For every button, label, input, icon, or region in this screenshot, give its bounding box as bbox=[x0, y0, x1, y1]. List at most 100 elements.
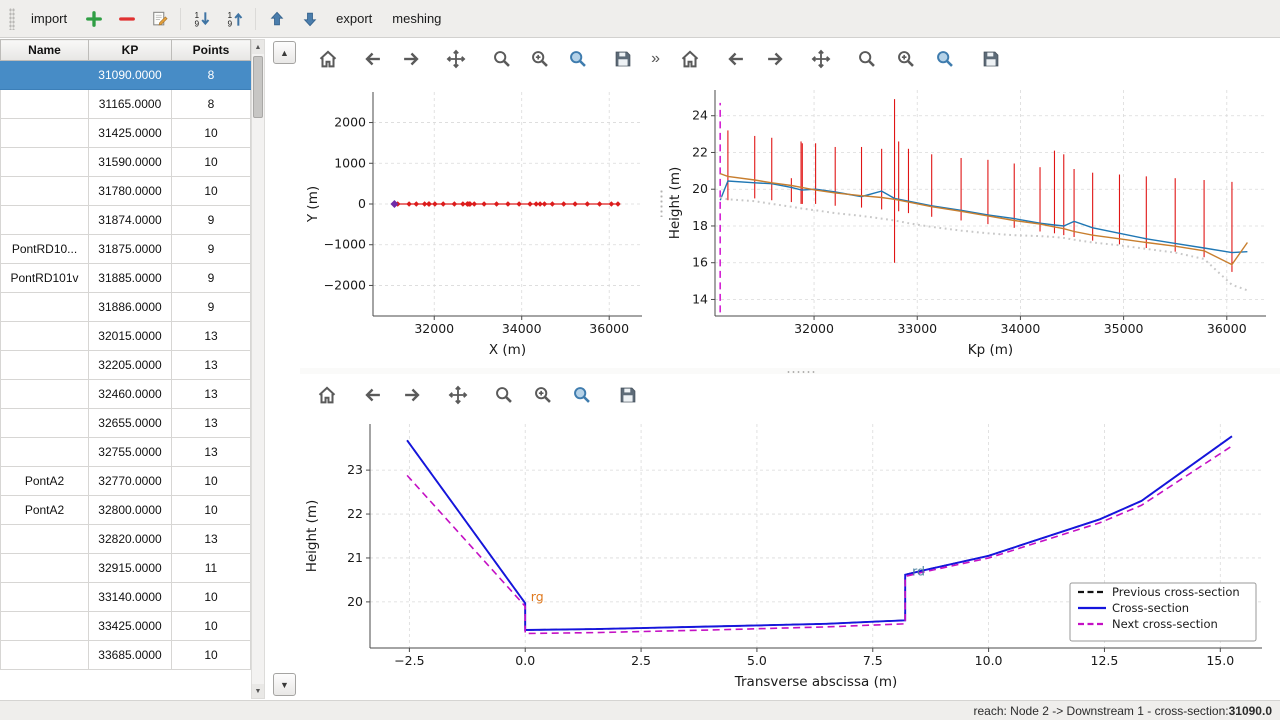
back-button[interactable] bbox=[719, 44, 753, 75]
longitudinal-profile-chart[interactable]: 3200033000340003500036000141618202224Kp … bbox=[663, 80, 1280, 366]
save-button[interactable] bbox=[607, 44, 640, 75]
cell-kp[interactable]: 33140.0000 bbox=[89, 583, 172, 612]
cell-kp[interactable]: 32820.0000 bbox=[89, 525, 172, 554]
cell-points[interactable]: 10 bbox=[172, 177, 251, 206]
zoom-button[interactable] bbox=[487, 380, 521, 411]
cell-points[interactable]: 10 bbox=[172, 148, 251, 177]
cross-section-chart[interactable]: −2.50.02.55.07.510.012.515.020212223rgrd… bbox=[300, 416, 1280, 700]
table-row[interactable]: 32015.000013 bbox=[1, 322, 251, 351]
cell-kp[interactable]: 31875.0000 bbox=[89, 235, 172, 264]
table-row[interactable]: 32205.000013 bbox=[1, 351, 251, 380]
cell-points[interactable]: 9 bbox=[172, 264, 251, 293]
cell-kp[interactable]: 32755.0000 bbox=[89, 438, 172, 467]
sort-ascending-button[interactable]: 1 9 bbox=[186, 5, 217, 32]
cell-kp[interactable]: 31780.0000 bbox=[89, 177, 172, 206]
cell-kp[interactable]: 32800.0000 bbox=[89, 496, 172, 525]
cell-kp[interactable]: 32770.0000 bbox=[89, 467, 172, 496]
cell-kp[interactable]: 31590.0000 bbox=[89, 148, 172, 177]
cell-name[interactable] bbox=[1, 612, 89, 641]
table-row[interactable]: 31090.00008 bbox=[1, 61, 251, 90]
cell-kp[interactable]: 31165.0000 bbox=[89, 90, 172, 119]
cell-points[interactable]: 8 bbox=[172, 61, 251, 90]
cell-points[interactable]: 9 bbox=[172, 293, 251, 322]
cell-points[interactable]: 10 bbox=[172, 496, 251, 525]
cell-name[interactable] bbox=[1, 90, 89, 119]
customize-button[interactable] bbox=[562, 44, 595, 75]
next-cross-section-button[interactable]: ▼ bbox=[273, 673, 296, 696]
table-row[interactable]: PontA232800.000010 bbox=[1, 496, 251, 525]
cell-name[interactable] bbox=[1, 293, 89, 322]
table-row[interactable]: PontA232770.000010 bbox=[1, 467, 251, 496]
cell-name[interactable]: PontA2 bbox=[1, 467, 89, 496]
customize-button[interactable] bbox=[928, 44, 962, 75]
cell-kp[interactable]: 31090.0000 bbox=[89, 61, 172, 90]
cell-name[interactable]: PontRD10... bbox=[1, 235, 89, 264]
cell-points[interactable]: 10 bbox=[172, 641, 251, 670]
vertical-splitter-grip[interactable] bbox=[659, 189, 664, 217]
cell-kp[interactable]: 33425.0000 bbox=[89, 612, 172, 641]
cell-name[interactable] bbox=[1, 177, 89, 206]
cell-points[interactable]: 13 bbox=[172, 322, 251, 351]
pan-button[interactable] bbox=[440, 44, 473, 75]
cell-kp[interactable]: 31874.0000 bbox=[89, 206, 172, 235]
column-header-name[interactable]: Name bbox=[1, 40, 89, 61]
cell-name[interactable]: PontA2 bbox=[1, 496, 89, 525]
cell-kp[interactable]: 32015.0000 bbox=[89, 322, 172, 351]
table-row[interactable]: 32460.000013 bbox=[1, 380, 251, 409]
save-button[interactable] bbox=[611, 380, 645, 411]
table-row[interactable]: 33685.000010 bbox=[1, 641, 251, 670]
cell-points[interactable]: 13 bbox=[172, 525, 251, 554]
cross-section-table[interactable]: NameKPPoints 31090.0000831165.0000831425… bbox=[0, 39, 251, 670]
table-row[interactable]: 33140.000010 bbox=[1, 583, 251, 612]
cell-points[interactable]: 9 bbox=[172, 235, 251, 264]
cell-name[interactable] bbox=[1, 351, 89, 380]
table-row[interactable]: 32915.000011 bbox=[1, 554, 251, 583]
cell-name[interactable] bbox=[1, 61, 89, 90]
scrollbar-down-button[interactable]: ▼ bbox=[252, 684, 264, 698]
table-row[interactable]: 31165.00008 bbox=[1, 90, 251, 119]
meshing-button[interactable]: meshing bbox=[383, 7, 450, 30]
cell-name[interactable] bbox=[1, 583, 89, 612]
cell-name[interactable] bbox=[1, 322, 89, 351]
cell-name[interactable] bbox=[1, 525, 89, 554]
previous-cross-section-button[interactable]: ▲ bbox=[273, 41, 296, 64]
column-header-kp[interactable]: KP bbox=[89, 40, 172, 61]
export-button[interactable]: export bbox=[327, 7, 381, 30]
move-up-button[interactable] bbox=[261, 5, 292, 32]
cell-points[interactable]: 10 bbox=[172, 119, 251, 148]
cell-kp[interactable]: 32655.0000 bbox=[89, 409, 172, 438]
cell-kp[interactable]: 33685.0000 bbox=[89, 641, 172, 670]
cell-name[interactable] bbox=[1, 554, 89, 583]
subplots-button[interactable] bbox=[526, 380, 560, 411]
table-row[interactable]: PontRD10...31875.00009 bbox=[1, 235, 251, 264]
sort-descending-button[interactable]: 1 9 bbox=[219, 5, 250, 32]
cell-points[interactable]: 13 bbox=[172, 380, 251, 409]
cell-kp[interactable]: 31885.0000 bbox=[89, 264, 172, 293]
import-button[interactable]: import bbox=[22, 7, 76, 30]
table-row[interactable]: 31780.000010 bbox=[1, 177, 251, 206]
table-row[interactable]: 32755.000013 bbox=[1, 438, 251, 467]
zoom-button[interactable] bbox=[485, 44, 518, 75]
cell-points[interactable]: 10 bbox=[172, 583, 251, 612]
cell-points[interactable]: 11 bbox=[172, 554, 251, 583]
cell-kp[interactable]: 32205.0000 bbox=[89, 351, 172, 380]
column-header-points[interactable]: Points bbox=[172, 40, 251, 61]
table-row[interactable]: 31886.00009 bbox=[1, 293, 251, 322]
subplots-button[interactable] bbox=[889, 44, 923, 75]
cell-points[interactable]: 9 bbox=[172, 206, 251, 235]
home-button[interactable] bbox=[673, 44, 707, 75]
edit-cross-section-button[interactable] bbox=[144, 5, 175, 32]
cell-points[interactable]: 13 bbox=[172, 438, 251, 467]
table-row[interactable]: 31874.00009 bbox=[1, 206, 251, 235]
table-row[interactable]: 32655.000013 bbox=[1, 409, 251, 438]
cell-name[interactable] bbox=[1, 119, 89, 148]
back-button[interactable] bbox=[356, 44, 389, 75]
scrollbar-thumb[interactable] bbox=[253, 56, 263, 118]
table-row[interactable]: 31590.000010 bbox=[1, 148, 251, 177]
pan-button[interactable] bbox=[441, 380, 475, 411]
cell-points[interactable]: 13 bbox=[172, 409, 251, 438]
plan-view-chart[interactable]: 320003400036000−2000−1000010002000X (m)Y… bbox=[301, 80, 660, 366]
cell-points[interactable]: 8 bbox=[172, 90, 251, 119]
cell-kp[interactable]: 32915.0000 bbox=[89, 554, 172, 583]
forward-button[interactable] bbox=[758, 44, 792, 75]
